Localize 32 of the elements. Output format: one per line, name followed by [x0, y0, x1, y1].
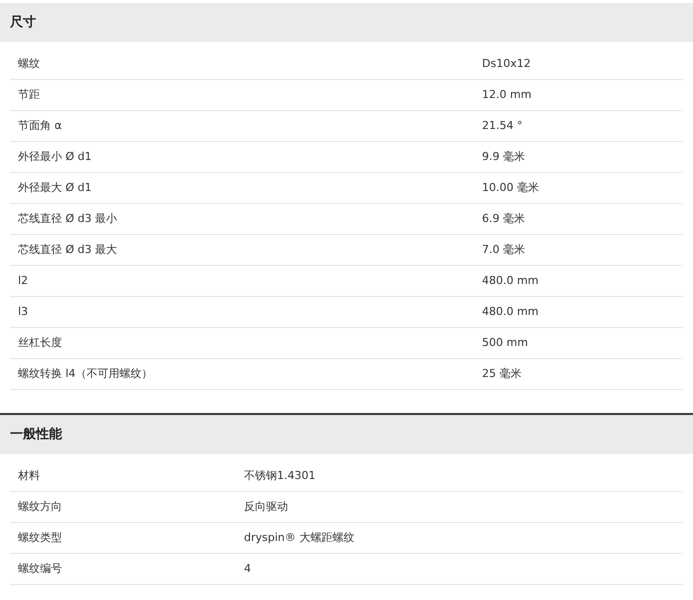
- spec-value: 480.0 mm: [482, 304, 540, 320]
- spec-label: 螺纹: [18, 56, 41, 72]
- spec-value: 反向驱动: [244, 498, 289, 515]
- spec-value: 500 mm: [482, 334, 529, 351]
- spec-value: 9.9 毫米: [482, 148, 526, 165]
- spec-label: 芯线直径 Ø d3 最大: [18, 242, 118, 258]
- spec-label: 螺纹编号: [18, 560, 63, 577]
- spec-label: 节面角 α: [18, 118, 63, 134]
- spec-value: Ds10x12: [482, 56, 532, 72]
- spec-value: 21.54 °: [482, 118, 524, 134]
- spec-value: 12.0 mm: [482, 86, 532, 103]
- spec-value: 4: [244, 560, 252, 577]
- spec-label: 芯线直径 Ø d3 最小: [18, 210, 118, 227]
- spec-label: 外径最小 Ø d1: [18, 148, 93, 165]
- section-title: 尺寸: [10, 14, 36, 32]
- spec-value: 25 毫米: [482, 366, 522, 382]
- section-title: 一般性能: [10, 426, 62, 444]
- spec-label: 外径最大 Ø d1: [18, 180, 93, 196]
- spec-label: 丝杠长度: [18, 334, 63, 351]
- spec-label: 节距: [18, 86, 41, 103]
- spec-value: 6.9 毫米: [482, 210, 526, 227]
- spec-label: 螺纹类型: [18, 530, 63, 546]
- spec-value: 7.0 毫米: [482, 242, 526, 258]
- spec-label: 螺纹转换 l4（不可用螺纹）: [18, 366, 154, 382]
- spec-label: l2: [18, 272, 30, 289]
- spec-label: l3: [18, 304, 30, 320]
- spec-value: dryspin® 大螺距螺纹: [244, 530, 356, 546]
- spec-value: 480.0 mm: [482, 272, 540, 289]
- spec-value: 不锈钢1.4301: [244, 468, 316, 484]
- spec-label: 螺纹方向: [18, 498, 63, 515]
- spec-label: 材料: [18, 468, 41, 484]
- spec-value: 10.00 毫米: [482, 180, 540, 196]
